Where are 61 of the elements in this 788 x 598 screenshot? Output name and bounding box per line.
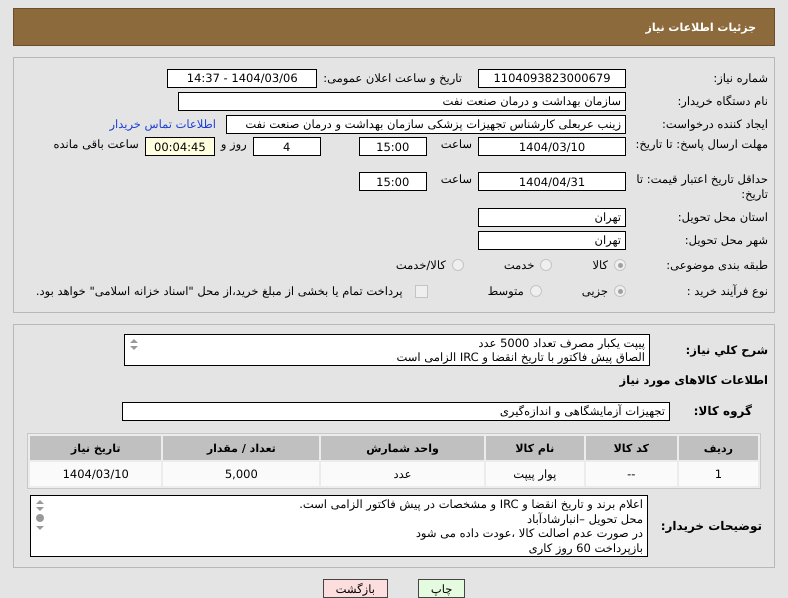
field-label: شماره نیاز: bbox=[712, 70, 768, 86]
time-field: 15:00 bbox=[358, 137, 427, 156]
column-header: کد کالا bbox=[586, 436, 677, 460]
column-header: نام کالا bbox=[486, 436, 584, 460]
city-field: تهران bbox=[478, 230, 626, 250]
radio-button[interactable] bbox=[614, 259, 626, 271]
section-title: اطلاعات کالاهای مورد نیاز bbox=[620, 373, 768, 387]
date-field: 1404/03/10 bbox=[478, 137, 626, 156]
need-number-field: 1104093823000679 bbox=[478, 68, 626, 88]
table-cell: عدد bbox=[321, 462, 484, 486]
table-cell: 5,000 bbox=[163, 462, 320, 486]
radio-button[interactable] bbox=[530, 285, 542, 297]
requester-field: زینب عربعلی کارشناس تجهیزات پزشکی سازمان بهداشت و درمان صنعت نفت bbox=[226, 114, 626, 134]
payment-note: پرداخت تمام یا بخشی از مبلغ خرید،از محل "اسناد خزانه اسلامی" خواهد بود. bbox=[36, 284, 403, 298]
checkbox[interactable] bbox=[414, 284, 428, 298]
buyer-notes-field[interactable]: اعلام برند و تاریخ انقضا و IRC و مشخصات در پیش فاکتور الزامی است. محل تحویل –انبارشادآباد در صورت عدم اصالت کالا ،عودت داده می شود بازپرداخت 60 روز کاری bbox=[30, 495, 648, 557]
radio-button[interactable] bbox=[452, 259, 464, 271]
field-label: تاریخ و ساعت اعلان عمومی: bbox=[323, 71, 462, 85]
column-header: واحد شمارش bbox=[321, 436, 484, 460]
days-label: روز و bbox=[220, 137, 247, 151]
field-label: ایجاد کننده درخواست: bbox=[661, 116, 768, 132]
days-field: 4 bbox=[252, 137, 321, 156]
buyer-contact-link[interactable]: اطلاعات تماس خریدار bbox=[109, 117, 216, 131]
column-header: ردیف bbox=[678, 436, 758, 460]
radio-button[interactable] bbox=[540, 259, 552, 271]
field-label: حداقل تاریخ اعتبار قیمت: تا تاریخ: bbox=[635, 172, 768, 202]
radio-label: کالا bbox=[592, 258, 608, 272]
remaining-time-field: 00:04:45 bbox=[144, 137, 215, 156]
radio-label: خدمت bbox=[504, 258, 534, 272]
column-header: تاریخ نیاز bbox=[30, 436, 162, 460]
radio-button[interactable] bbox=[614, 285, 626, 297]
back-button[interactable]: بازگشت bbox=[322, 579, 388, 598]
field-label: نوع فرآیند خرید : bbox=[686, 284, 768, 298]
table-cell: 1 bbox=[678, 462, 758, 486]
column-header: تعداد / مقدار bbox=[163, 436, 320, 460]
field-label: استان محل تحویل: bbox=[676, 210, 768, 224]
radio-label: متوسط bbox=[488, 284, 524, 298]
buyer-org-field: سازمان بهداشت و درمان صنعت نفت bbox=[178, 92, 626, 110]
time-label: ساعت bbox=[440, 172, 472, 186]
time-label: ساعت bbox=[440, 137, 472, 151]
field-label: طبقه بندی موضوعی: bbox=[665, 258, 768, 272]
field-label: نام دستگاه خریدار: bbox=[676, 94, 768, 108]
print-button[interactable]: چاپ bbox=[418, 579, 466, 598]
time-field: 15:00 bbox=[358, 172, 427, 191]
description-field[interactable]: پیپت یکبار مصرف تعداد 5000 عدد الصاق پیش فاکتور با تاریخ انقضا و IRC الزامی است bbox=[124, 334, 650, 366]
radio-label: کالا/خدمت bbox=[396, 258, 446, 272]
province-field: تهران bbox=[478, 208, 626, 226]
table-cell: 1404/03/10 bbox=[30, 462, 162, 486]
date-field: 1404/04/31 bbox=[478, 172, 626, 191]
table-cell: پوار پیپت bbox=[486, 462, 584, 486]
field-label: شرح کلي نياز: bbox=[684, 342, 768, 358]
page-title: جزئیات اطلاعات نیاز bbox=[646, 20, 756, 34]
radio-label: جزیی bbox=[582, 284, 608, 298]
field-label: شهر محل تحویل: bbox=[684, 232, 768, 248]
field-label: توضیحات خریدار: bbox=[660, 518, 763, 534]
table-cell: -- bbox=[586, 462, 677, 486]
announce-date-field: 1404/03/06 - 14:37 bbox=[167, 68, 318, 88]
field-label: گروه کالا: bbox=[692, 404, 753, 418]
field-label: مهلت ارسال پاسخ: تا تاریخ: bbox=[634, 137, 768, 152]
goods-group-field: تجهیزات آزمایشگاهی و اندازه‌گیری bbox=[122, 402, 670, 420]
remaining-label: ساعت باقی مانده bbox=[54, 137, 139, 151]
